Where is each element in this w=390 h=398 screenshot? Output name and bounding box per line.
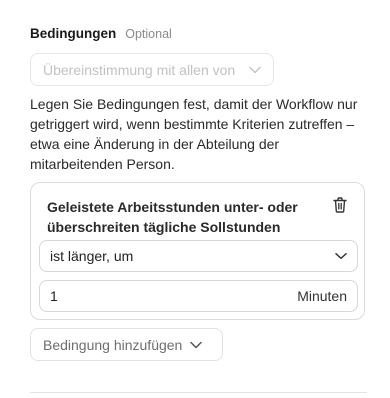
optional-label: Optional <box>125 27 172 41</box>
match-mode-select[interactable]: Übereinstimmung mit allen von <box>30 53 274 86</box>
chevron-down-icon <box>190 339 203 351</box>
conditions-header: Bedingungen Optional <box>30 26 172 41</box>
section-title: Bedingungen <box>30 26 117 41</box>
condition-title: Geleistete Arbeitsstunden unter- oder üb… <box>47 199 298 235</box>
add-condition-label: Bedingung hinzufügen <box>43 336 183 353</box>
chevron-down-icon <box>249 64 261 76</box>
add-condition-button[interactable]: Bedingung hinzufügen <box>30 328 223 361</box>
minutes-value: 1 <box>50 288 58 304</box>
chevron-down-icon <box>335 250 347 262</box>
match-mode-value: Übereinstimmung mit allen von <box>43 61 236 78</box>
condition-card: Geleistete Arbeitsstunden unter- oder üb… <box>30 182 365 320</box>
operator-select[interactable]: ist länger, um <box>39 240 358 272</box>
conditions-description: Legen Sie Bedingungen fest, damit der Wo… <box>30 96 358 172</box>
trash-icon <box>333 197 347 218</box>
operator-value: ist länger, um <box>50 248 134 264</box>
delete-condition-button[interactable] <box>332 197 348 218</box>
minutes-unit: Minuten <box>297 288 347 304</box>
divider <box>30 392 367 393</box>
minutes-input[interactable]: 1 Minuten <box>39 280 358 312</box>
